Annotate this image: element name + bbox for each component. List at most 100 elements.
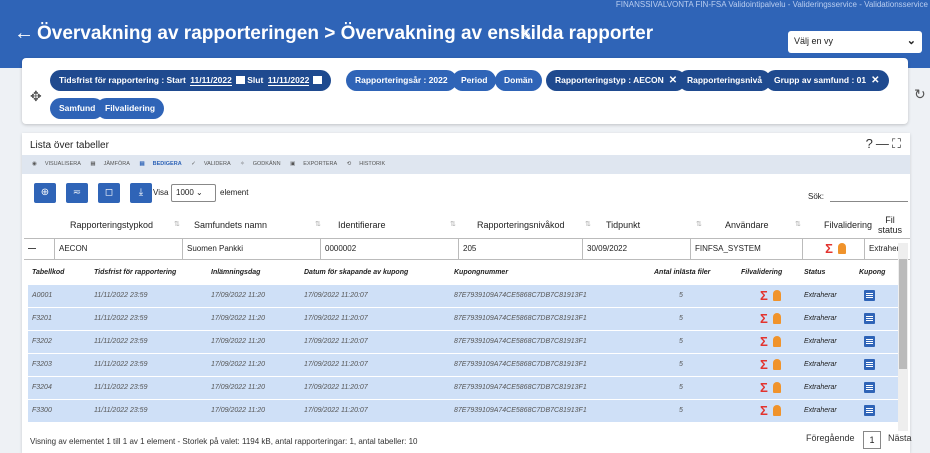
table-row[interactable]: F3203 11/11/2022 23:59 17/09/2022 11:20 17/… [28, 354, 900, 376]
column-header[interactable]: Fil status [878, 215, 902, 235]
next-page-button[interactable]: Nästa [888, 433, 912, 443]
column-header[interactable]: Identifierare [338, 220, 386, 230]
table-row[interactable]: F3202 11/11/2022 23:59 17/09/2022 11:20 17/… [28, 331, 900, 353]
expand-all-button[interactable]: ⊕ [34, 183, 56, 203]
sort-icon[interactable]: ⇅ [450, 220, 456, 228]
table-row[interactable]: F3204 11/11/2022 23:59 17/09/2022 11:20 17/… [28, 377, 900, 399]
group-label: Grupp av samfund : 01 [774, 75, 867, 85]
document-icon[interactable] [864, 405, 875, 418]
domain-filter-chip[interactable]: Domän [495, 70, 542, 91]
help-icon[interactable]: ? [866, 136, 876, 151]
page-number-button[interactable]: 1 [863, 431, 881, 449]
user-icon[interactable] [772, 382, 781, 393]
sort-icon[interactable]: ⇅ [795, 220, 801, 228]
scrollbar-thumb[interactable] [899, 259, 907, 369]
column-header[interactable]: Tidpunkt [606, 220, 640, 230]
group-row[interactable]: — AECON Suomen Pankki 0000002 205 30/09/… [24, 238, 910, 260]
select-button[interactable]: ◻ [98, 183, 120, 203]
sigma-icon[interactable]: Σ [760, 311, 768, 326]
user-icon[interactable] [772, 313, 781, 324]
elements-label: element [220, 188, 249, 197]
cell: 5 [679, 407, 683, 414]
sigma-icon[interactable]: Σ [760, 403, 768, 418]
filter-button[interactable]: ≂ [66, 183, 88, 203]
report-type-filter-chip[interactable]: Rapporteringstyp : AECON ✕ [546, 70, 687, 91]
prev-page-button[interactable]: Föregående [806, 433, 855, 443]
sub-column-header: Tabellkod [32, 269, 65, 276]
search-input[interactable] [830, 188, 908, 202]
sort-icon[interactable]: ⇅ [174, 220, 180, 228]
close-icon[interactable]: ✕ [669, 75, 677, 86]
sigma-icon[interactable]: Σ [760, 288, 768, 303]
sort-icon[interactable]: ⇅ [315, 220, 321, 228]
file-validation-filter-chip[interactable]: Filvalidering [96, 98, 165, 119]
cell: 11/11/2022 23:59 [94, 315, 148, 322]
view-select[interactable]: Välj en vy ⌄ [788, 31, 922, 53]
visualize-button[interactable]: VISUALISERA [45, 161, 81, 167]
document-icon[interactable] [864, 290, 875, 303]
level-filter-chip[interactable]: Rapporteringsnivå [678, 70, 772, 91]
page-size-value: 1000 [176, 188, 194, 197]
sub-column-header: Tidsfrist för rapportering [94, 269, 177, 276]
search-label: Sök: [808, 192, 825, 201]
user-icon[interactable] [772, 359, 781, 370]
export-button[interactable]: EXPORTERA [303, 161, 337, 167]
column-header[interactable]: Användare [725, 220, 769, 230]
user-icon[interactable] [772, 336, 781, 347]
close-icon[interactable]: ✕ [871, 75, 879, 86]
pencil-icon[interactable]: ✎ [520, 26, 533, 44]
history-button[interactable]: HISTORIK [359, 161, 385, 167]
calendar-icon[interactable] [235, 76, 245, 84]
fullscreen-icon[interactable]: ⛶ [892, 136, 904, 151]
deadline-filter-chip[interactable]: Tidsfrist för rapportering : Start 11/11… [50, 70, 332, 91]
edit-button[interactable]: BEDIGERA [153, 161, 182, 167]
minimize-icon[interactable]: — [876, 136, 892, 151]
system-line: FINANSSIVALVONTA FIN-FSA Validointipalve… [615, 0, 928, 9]
user-icon[interactable] [837, 243, 846, 254]
download-button[interactable]: ⤓ [130, 183, 152, 203]
column-header[interactable]: Samfundets namn [194, 220, 267, 230]
sigma-icon[interactable]: Σ [760, 334, 768, 349]
period-filter-chip[interactable]: Period [452, 70, 497, 91]
compare-button[interactable]: JÄMFÖRA [104, 161, 130, 167]
document-icon[interactable] [864, 336, 875, 349]
user-icon[interactable] [772, 405, 781, 416]
column-header[interactable]: Rapporteringstypkod [70, 220, 153, 230]
validation-cell: Σ [760, 403, 781, 418]
sigma-icon[interactable]: Σ [825, 241, 833, 256]
sub-column-header: Kupongnummer [454, 269, 509, 276]
calendar-icon[interactable] [313, 76, 323, 84]
cell: 87E7939109A74CE5868C7DB7C81913F1 [454, 292, 587, 299]
year-filter-chip[interactable]: Rapporteringsår : 2022 [346, 70, 457, 91]
approve-button[interactable]: GODKÄNN [253, 161, 281, 167]
table-row[interactable]: F3201 11/11/2022 23:59 17/09/2022 11:20 17/… [28, 308, 900, 330]
vertical-scrollbar[interactable] [898, 243, 908, 431]
sort-icon[interactable]: ⇅ [696, 220, 702, 228]
period-label: Period [461, 75, 488, 85]
table-row[interactable]: F3300 11/11/2022 23:59 17/09/2022 11:20 17/… [28, 400, 900, 422]
group-filter-chip[interactable]: Grupp av samfund : 01 ✕ [765, 70, 889, 91]
entity-label: Samfund [59, 103, 96, 113]
end-date-input[interactable]: 11/11/2022 [267, 75, 310, 86]
collapse-icon[interactable]: — [24, 239, 54, 259]
start-date-input[interactable]: 11/11/2022 [190, 75, 232, 86]
table-row[interactable]: A0001 11/11/2022 23:59 17/09/2022 11:20 17/… [28, 285, 900, 307]
move-icon[interactable]: ✥ [30, 88, 42, 105]
column-header[interactable]: Filvalidering [824, 220, 872, 230]
validate-button[interactable]: VALIDERA [204, 161, 231, 167]
refresh-icon[interactable]: ↻ [914, 86, 926, 103]
document-icon[interactable] [864, 313, 875, 326]
cell: 17/09/2022 11:20:07 [304, 292, 368, 299]
sigma-icon[interactable]: Σ [760, 357, 768, 372]
deadline-label: Tidsfrist för rapportering : Start [59, 75, 186, 85]
sigma-icon[interactable]: Σ [760, 380, 768, 395]
page-size-select[interactable]: 1000 ⌄ [171, 184, 216, 202]
cell: 17/09/2022 11:20 [211, 361, 265, 368]
column-header[interactable]: Rapporteringsnivåkod [477, 220, 565, 230]
sort-icon[interactable]: ⇅ [585, 220, 591, 228]
back-arrow-icon[interactable]: ← [14, 23, 34, 43]
document-icon[interactable] [864, 382, 875, 395]
document-icon[interactable] [864, 359, 875, 372]
user-icon[interactable] [772, 290, 781, 301]
cell: FINFSA_SYSTEM [690, 239, 802, 259]
